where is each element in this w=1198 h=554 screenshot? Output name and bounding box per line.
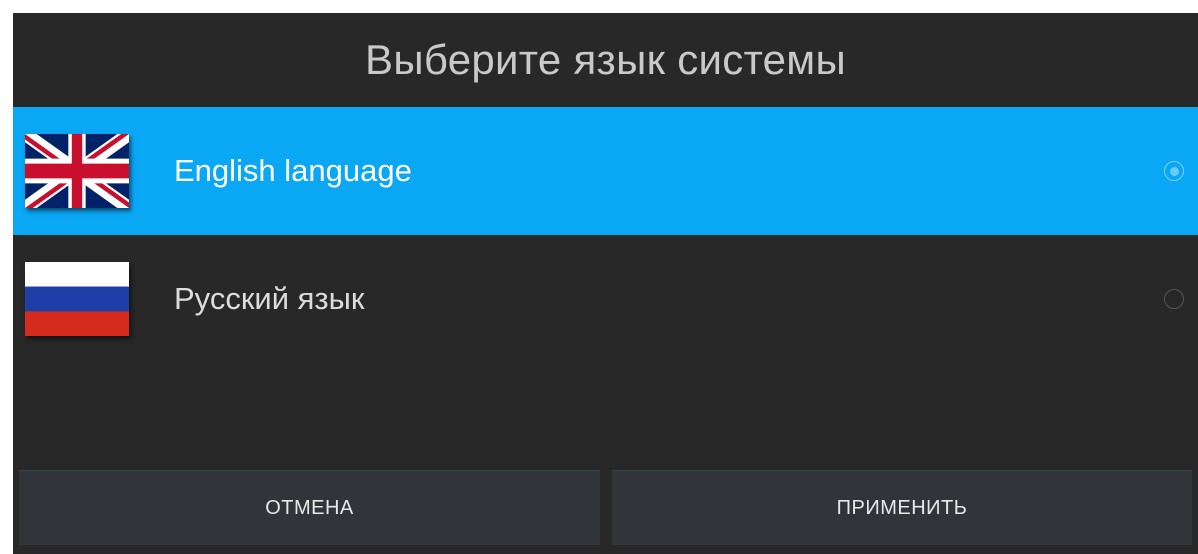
radio-selected-dot	[1169, 166, 1179, 176]
apply-button[interactable]: ПРИМЕНИТЬ	[612, 470, 1192, 545]
language-option-russian[interactable]: Русский язык	[13, 235, 1198, 363]
radio-button-russian[interactable]	[1164, 289, 1184, 309]
language-dialog: Выберите язык системы English language Р…	[13, 13, 1198, 554]
language-option-english[interactable]: English language	[13, 107, 1198, 235]
russia-flag-icon	[25, 262, 129, 336]
dialog-title: Выберите язык системы	[365, 36, 846, 83]
language-label: Русский язык	[174, 281, 365, 316]
uk-flag-icon	[25, 134, 129, 208]
cancel-button[interactable]: ОТМЕНА	[19, 470, 600, 545]
radio-button-english[interactable]	[1164, 161, 1184, 181]
language-label: English language	[174, 153, 412, 188]
